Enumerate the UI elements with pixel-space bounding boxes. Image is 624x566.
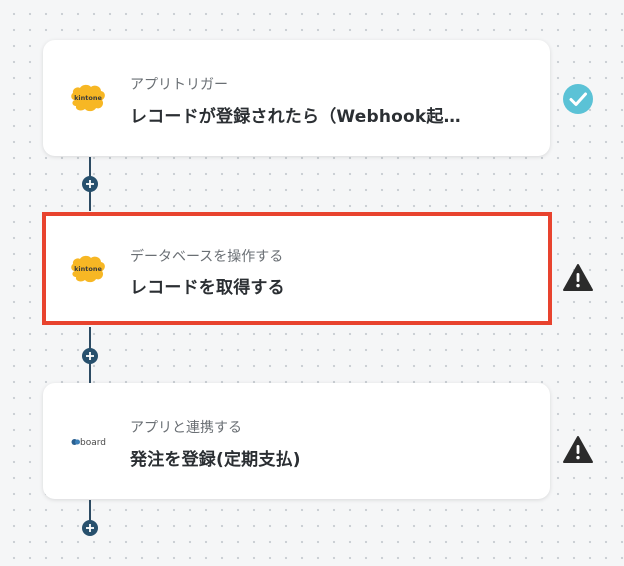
svg-text:kintone: kintone bbox=[74, 94, 102, 102]
step-title: レコードを取得する bbox=[130, 278, 285, 298]
plus-icon bbox=[86, 180, 94, 188]
kintone-logo-icon: kintone bbox=[71, 84, 105, 112]
svg-text:kintone: kintone bbox=[74, 265, 102, 273]
flow-step-card-get-record[interactable]: kintone データベースを操作する レコードを取得する bbox=[42, 212, 552, 325]
add-step-button[interactable] bbox=[82, 348, 98, 364]
warning-icon bbox=[563, 436, 593, 463]
board-logo-icon: board bbox=[71, 438, 106, 448]
step-type-label: アプリトリガー bbox=[130, 77, 228, 93]
flow-step-card-board[interactable]: board アプリと連携する 発注を登録(定期支払) bbox=[43, 383, 550, 499]
add-step-button[interactable] bbox=[82, 176, 98, 192]
flow-connector bbox=[89, 500, 91, 522]
svg-text:board: board bbox=[80, 438, 106, 448]
step-type-label: アプリと連携する bbox=[130, 420, 242, 436]
step-title: 発注を登録(定期支払) bbox=[130, 450, 301, 470]
add-step-button[interactable] bbox=[82, 520, 98, 536]
plus-icon bbox=[86, 352, 94, 360]
plus-icon bbox=[86, 524, 94, 532]
warning-icon bbox=[563, 264, 593, 291]
kintone-logo-icon: kintone bbox=[71, 255, 105, 283]
flow-step-card-trigger[interactable]: kintone アプリトリガー レコードが登録されたら（Webhook起… bbox=[43, 40, 550, 156]
step-type-label: データベースを操作する bbox=[130, 249, 284, 265]
step-title: レコードが登録されたら（Webhook起… bbox=[130, 107, 461, 127]
check-circle-icon bbox=[563, 84, 593, 114]
